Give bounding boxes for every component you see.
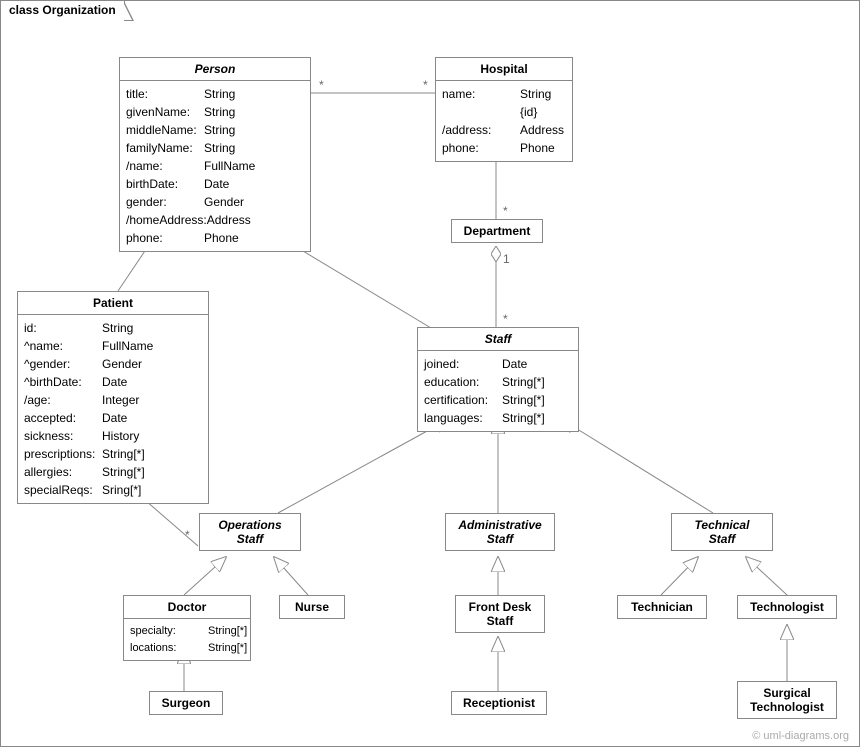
attribute-row: phone:Phone [442,139,566,157]
class-doctor-attrs: specialty:String[*]locations:String[*] [124,619,250,660]
attribute-row: /age:Integer [24,391,202,409]
attribute-row: /name:FullName [126,157,304,175]
class-person: Person title:StringgivenName:Stringmiddl… [119,57,311,252]
attribute-row: familyName:String [126,139,304,157]
class-hospital-name: Hospital [436,58,572,81]
class-patient-attrs: id:String^name:FullName^gender:Gender^bi… [18,315,208,503]
class-patient: Patient id:String^name:FullName^gender:G… [17,291,209,504]
class-technical-staff: TechnicalStaff [671,513,773,551]
attribute-row: title:String [126,85,304,103]
attribute-row: birthDate:Date [126,175,304,193]
class-staff: Staff joined:Dateeducation:String[*]cert… [417,327,579,432]
class-administrative-staff: AdministrativeStaff [445,513,555,551]
watermark: © uml-diagrams.org [752,730,849,742]
class-operations-staff-name: OperationsStaff [200,514,300,550]
attribute-row: ^gender:Gender [24,355,202,373]
attribute-row: id:String [24,319,202,337]
attribute-row: /homeAddress:Address [126,211,304,229]
attribute-row: education:String[*] [424,373,572,391]
class-surgeon: Surgeon [149,691,223,715]
attribute-row: certification:String[*] [424,391,572,409]
attribute-row: givenName:String [126,103,304,121]
class-technician-name: Technician [618,596,706,618]
attribute-row: phone:Phone [126,229,304,247]
class-front-desk-staff: Front DeskStaff [455,595,545,633]
attribute-row: specialReqs:Sring[*] [24,481,202,499]
mult-hosp-dept-bot: * [503,204,508,218]
attribute-row: locations:String[*] [130,640,244,657]
class-staff-name: Staff [418,328,578,351]
class-front-desk-staff-name: Front DeskStaff [456,596,544,632]
attribute-row: allergies:String[*] [24,463,202,481]
attribute-row: languages:String[*] [424,409,572,427]
class-hospital-attrs: name:String {id}/address:Addressphone:Ph… [436,81,572,161]
attribute-row: name:String {id} [442,85,566,121]
attribute-row: ^name:FullName [24,337,202,355]
mult-person-hospital-left: * [319,78,324,92]
class-doctor-name: Doctor [124,596,250,619]
class-surgical-technologist: SurgicalTechnologist [737,681,837,719]
class-patient-name: Patient [18,292,208,315]
attribute-row: gender:Gender [126,193,304,211]
class-person-attrs: title:StringgivenName:StringmiddleName:S… [120,81,310,251]
class-technologist-name: Technologist [738,596,836,618]
class-surgical-technologist-name: SurgicalTechnologist [738,682,836,718]
class-doctor: Doctor specialty:String[*]locations:Stri… [123,595,251,661]
uml-diagram-frame: class Organization * * 1 * 1 * * * [0,0,860,747]
mult-dept-staff-bot: * [503,312,508,326]
class-nurse: Nurse [279,595,345,619]
class-administrative-staff-name: AdministrativeStaff [446,514,554,550]
attribute-row: ^birthDate:Date [24,373,202,391]
class-nurse-name: Nurse [280,596,344,618]
mult-person-hospital-right: * [423,78,428,92]
class-technical-staff-name: TechnicalStaff [672,514,772,550]
class-receptionist: Receptionist [451,691,547,715]
attribute-row: joined:Date [424,355,572,373]
mult-dept-staff-top: 1 [503,252,510,266]
attribute-row: accepted:Date [24,409,202,427]
class-surgeon-name: Surgeon [150,692,222,714]
class-department: Department [451,219,543,243]
attribute-row: middleName:String [126,121,304,139]
class-hospital: Hospital name:String {id}/address:Addres… [435,57,573,162]
class-technician: Technician [617,595,707,619]
attribute-row: sickness:History [24,427,202,445]
attribute-row: prescriptions:String[*] [24,445,202,463]
class-receptionist-name: Receptionist [452,692,546,714]
class-department-name: Department [452,220,542,242]
mult-patient-ops-right: * [185,528,190,542]
class-person-name: Person [120,58,310,81]
class-operations-staff: OperationsStaff [199,513,301,551]
class-technologist: Technologist [737,595,837,619]
class-staff-attrs: joined:Dateeducation:String[*]certificat… [418,351,578,431]
attribute-row: specialty:String[*] [130,623,244,640]
attribute-row: /address:Address [442,121,566,139]
